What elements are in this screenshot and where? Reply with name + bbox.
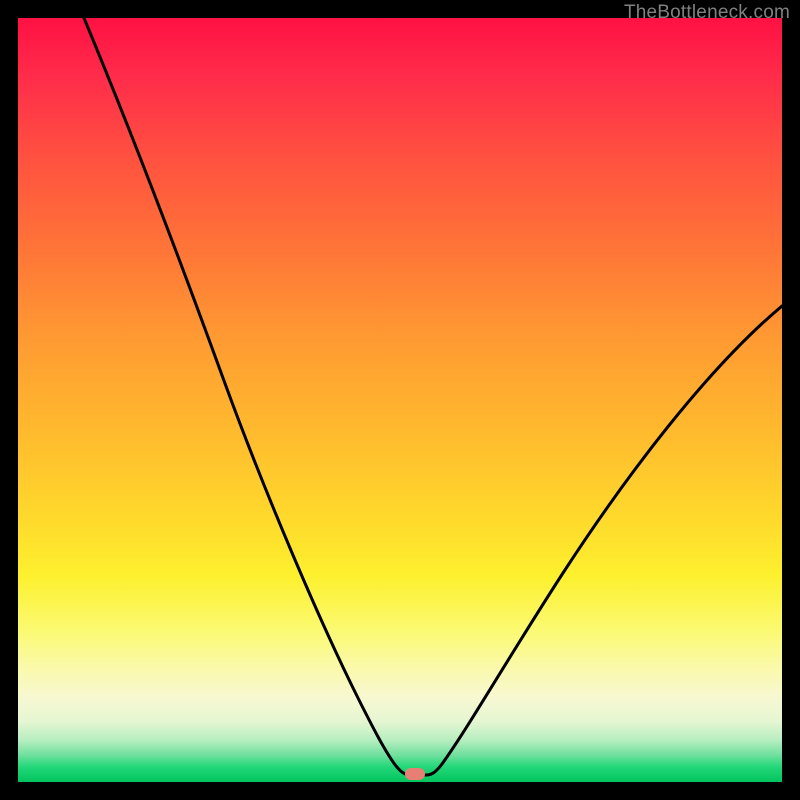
optimum-marker xyxy=(405,768,425,780)
bottleneck-curve xyxy=(18,18,782,782)
plot-area xyxy=(18,18,782,782)
chart-stage: TheBottleneck.com xyxy=(0,0,800,800)
watermark-text: TheBottleneck.com xyxy=(624,2,790,24)
